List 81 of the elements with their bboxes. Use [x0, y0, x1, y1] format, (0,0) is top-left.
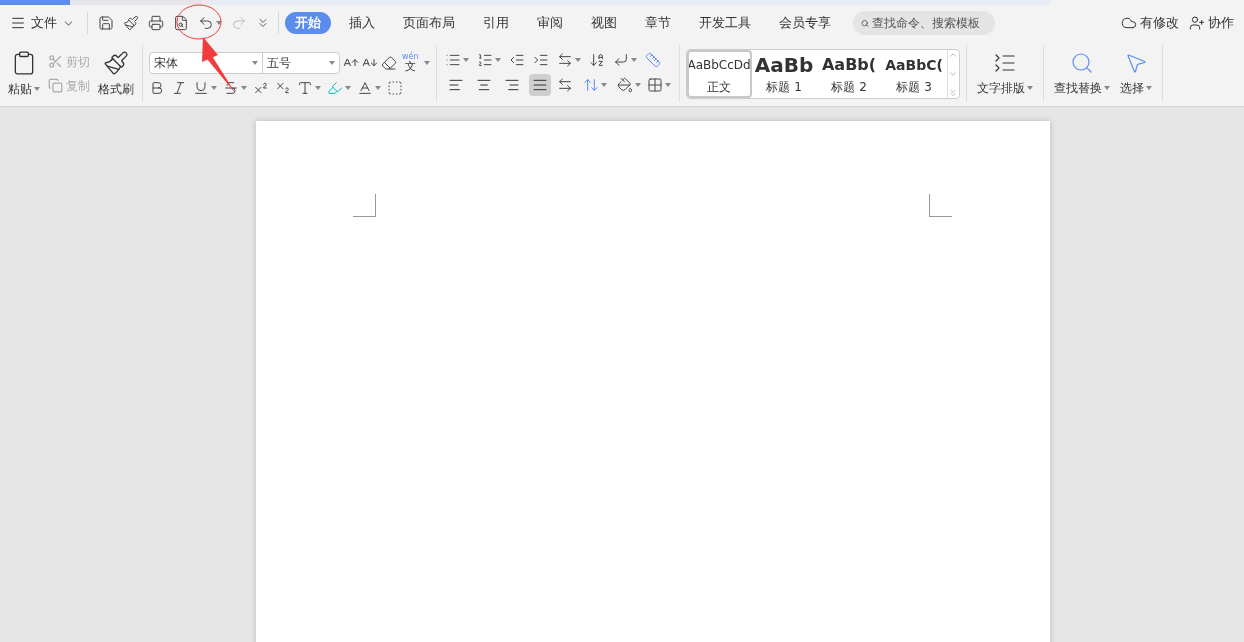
dropdown-caret-icon [1103, 85, 1110, 90]
highlighter-icon [327, 79, 343, 96]
dropdown-caret-icon [630, 57, 637, 62]
arrows-icon [556, 51, 573, 68]
arrow-annotation [202, 37, 236, 94]
brush-icon [123, 15, 139, 31]
ribbon-tab[interactable]: 开发工具 [689, 12, 761, 34]
dropdown-caret-icon [252, 60, 258, 65]
chevrons-down-icon [256, 16, 270, 30]
italic-icon [171, 79, 187, 96]
expand-icon [947, 87, 958, 98]
dropdown-caret-icon [211, 85, 217, 90]
ribbon-tab[interactable]: 页面布局 [393, 12, 465, 34]
search-icon [1069, 50, 1094, 75]
menu-icon [10, 15, 26, 31]
bold-icon [149, 79, 165, 96]
select-button[interactable]: 选择 [1119, 50, 1152, 97]
ribbon-tab[interactable]: 引用 [473, 12, 519, 34]
dropdown-caret-icon [1026, 85, 1033, 90]
ribbon-tab[interactable]: 视图 [581, 12, 627, 34]
numbered-list-icon [476, 51, 493, 68]
dropdown-caret-icon [375, 85, 381, 90]
save-icon [98, 15, 114, 31]
find-replace-button[interactable]: 查找替换 [1053, 50, 1110, 97]
eraser-icon [381, 54, 397, 71]
sort-icon [588, 51, 605, 68]
dropdown-caret-icon [34, 86, 40, 91]
dropdown-caret-icon [315, 85, 321, 90]
margin-corner-mark [929, 194, 952, 217]
ribbon-tab[interactable]: 章节 [635, 12, 681, 34]
cloud-icon [1121, 15, 1137, 31]
undo-icon [198, 15, 214, 31]
character-border-icon [387, 79, 403, 96]
ruler-icon [644, 51, 661, 68]
phonetic-guide-button[interactable]: wén 文 [402, 53, 419, 72]
dropdown-caret-icon [329, 60, 335, 65]
text-effect-icon [297, 79, 313, 96]
add-user-icon [1189, 15, 1205, 31]
style-preset[interactable]: AaBb( 标题 2 [816, 49, 882, 98]
font-name-field[interactable]: 宋体 [149, 51, 263, 74]
changes-button[interactable]: 有修改 [1121, 13, 1179, 33]
style-preset[interactable]: AaBb 标题 1 [751, 49, 817, 98]
font-size-field[interactable]: 五号 [262, 51, 340, 74]
dropdown-caret-icon [216, 21, 222, 25]
paste-button[interactable]: 粘贴 [8, 49, 40, 98]
line-spacing-icon [582, 76, 599, 93]
dropdown-caret-icon [574, 57, 581, 62]
underline-icon [193, 79, 209, 96]
dropdown-caret-icon [600, 82, 607, 87]
borders-icon [646, 76, 663, 93]
file-menu[interactable]: 文件 [10, 13, 81, 33]
redo-icon [231, 15, 247, 31]
font-color-icon [357, 79, 373, 96]
dropdown-caret-icon [494, 57, 501, 62]
distribute-icon [556, 76, 573, 93]
dropdown-caret-icon [1145, 85, 1152, 90]
dropdown-caret-icon [634, 82, 641, 87]
align-button[interactable] [528, 73, 551, 96]
highlight-circle [176, 4, 222, 40]
strikethrough-icon [223, 79, 239, 96]
dropdown-caret-icon [345, 85, 351, 90]
collaborate-button[interactable]: 协作 [1189, 13, 1234, 33]
ribbon-tab[interactable]: 审阅 [527, 12, 573, 34]
printer-icon [148, 15, 164, 31]
dropdown-caret-icon [241, 85, 247, 90]
dropdown-caret-icon [462, 57, 469, 62]
brush-icon [103, 49, 129, 76]
search-field[interactable]: 查找命令、搜索模板 [853, 11, 995, 35]
dropdown-caret-icon [423, 60, 430, 65]
return-arrow-icon [612, 51, 629, 68]
shading-icon [616, 76, 633, 93]
scissors-icon [48, 54, 63, 69]
style-preset[interactable]: AaBbC( 标题 3 [881, 49, 947, 98]
document-search-icon [173, 15, 189, 31]
margin-corner-mark [353, 194, 376, 217]
copy-icon [48, 78, 63, 93]
ribbon-tab[interactable]: 插入 [339, 12, 385, 34]
text-layout-button[interactable]: 文字排版 [976, 50, 1033, 97]
dropdown-caret-icon [664, 82, 671, 87]
format-painter-button[interactable]: 格式刷 [98, 49, 134, 98]
ribbon-tab[interactable]: 会员专享 [769, 12, 841, 34]
